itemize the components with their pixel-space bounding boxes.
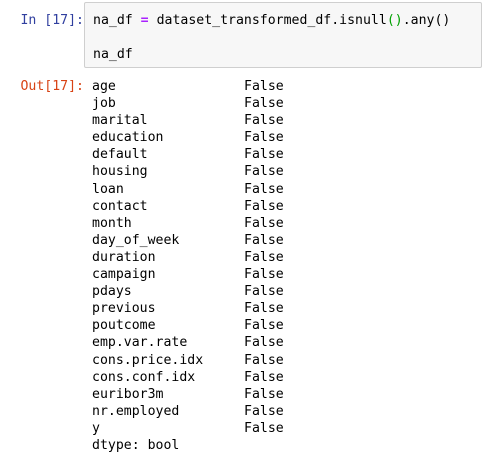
null-flag-value: False — [244, 113, 284, 129]
null-flag-value: False — [244, 301, 284, 317]
output-row: job False — [92, 95, 472, 112]
output-row: nr.employed False — [92, 403, 472, 420]
null-flag-value: False — [244, 267, 284, 283]
output-row: age False — [92, 78, 472, 95]
output-row: default False — [92, 146, 472, 163]
output-row: day_of_week False — [92, 232, 472, 249]
output-row: marital False — [92, 112, 472, 129]
output-row: cons.price.idx False — [92, 352, 472, 369]
null-flag-value: False — [244, 164, 284, 180]
null-flag-value: False — [244, 232, 284, 248]
code-line-1: na_df = dataset_transformed_df.isnull().… — [93, 12, 450, 29]
column-name: housing — [92, 164, 148, 180]
null-flag-value: False — [244, 215, 284, 231]
output-row: poutcome False — [92, 317, 472, 334]
null-flag-value: False — [244, 198, 284, 214]
null-flag-value: False — [244, 79, 284, 94]
null-flag-value: False — [244, 284, 284, 300]
output-row: month False — [92, 215, 472, 232]
column-name: y — [92, 420, 100, 436]
null-flag-value: False — [244, 420, 284, 436]
output-row: previous False — [92, 300, 472, 317]
column-name: cons.price.idx — [92, 352, 204, 368]
column-name: job — [92, 96, 116, 112]
output-row: cons.conf.idx False — [92, 369, 472, 386]
code-variable: na_df — [93, 13, 133, 28]
code-operator: = — [140, 13, 149, 28]
code-expression: dataset_transformed_df.isnull — [156, 13, 387, 28]
column-name: previous — [92, 301, 156, 317]
output-row: pdays False — [92, 283, 472, 300]
output-area: age False job False marital False education Fal… — [92, 78, 472, 454]
output-row: y False — [92, 420, 472, 437]
output-row: loan False — [92, 181, 472, 198]
code-line-2: na_df — [93, 47, 133, 62]
column-name: duration — [92, 249, 156, 265]
column-name: education — [92, 130, 164, 146]
column-name: month — [92, 215, 132, 231]
dtype-line: dtype: bool — [92, 437, 180, 453]
null-flag-value: False — [244, 352, 284, 368]
column-name: euribor3m — [92, 386, 164, 402]
column-name: campaign — [92, 267, 156, 283]
output-row: campaign False — [92, 266, 472, 283]
code-paren: () — [386, 13, 403, 28]
output-row: duration False — [92, 249, 472, 266]
null-flag-value: False — [244, 130, 284, 146]
output-row: contact False — [92, 198, 472, 215]
column-name: pdays — [92, 284, 132, 300]
null-flag-value: False — [244, 369, 284, 385]
column-name: contact — [92, 198, 148, 214]
null-flag-value: False — [244, 249, 284, 265]
null-flag-value: False — [244, 386, 284, 402]
null-flag-value: False — [244, 147, 284, 163]
column-name: default — [92, 147, 148, 163]
input-prompt: In [17]: — [20, 13, 84, 28]
column-name: age — [92, 79, 116, 94]
output-row: emp.var.rate False — [92, 334, 472, 351]
column-name: nr.employed — [92, 403, 180, 419]
null-flag-value: False — [244, 335, 284, 351]
column-name: cons.conf.idx — [92, 369, 196, 385]
output-row: euribor3m False — [92, 386, 472, 403]
code-input-area[interactable]: na_df = dataset_transformed_df.isnull().… — [84, 2, 482, 68]
null-flag-value: False — [244, 96, 284, 112]
null-flag-value: False — [244, 181, 284, 197]
column-name: marital — [92, 113, 148, 129]
column-name: day_of_week — [92, 232, 180, 248]
output-row: education False — [92, 129, 472, 146]
column-name: loan — [92, 181, 124, 197]
column-name: poutcome — [92, 318, 156, 334]
code-paren: () — [434, 13, 451, 28]
column-name: emp.var.rate — [92, 335, 188, 351]
null-flag-value: False — [244, 403, 284, 419]
output-prompt: Out[17]: — [20, 79, 84, 94]
null-flag-value: False — [244, 318, 284, 334]
output-row: housing False — [92, 163, 472, 180]
code-method-call: .any — [402, 13, 435, 28]
